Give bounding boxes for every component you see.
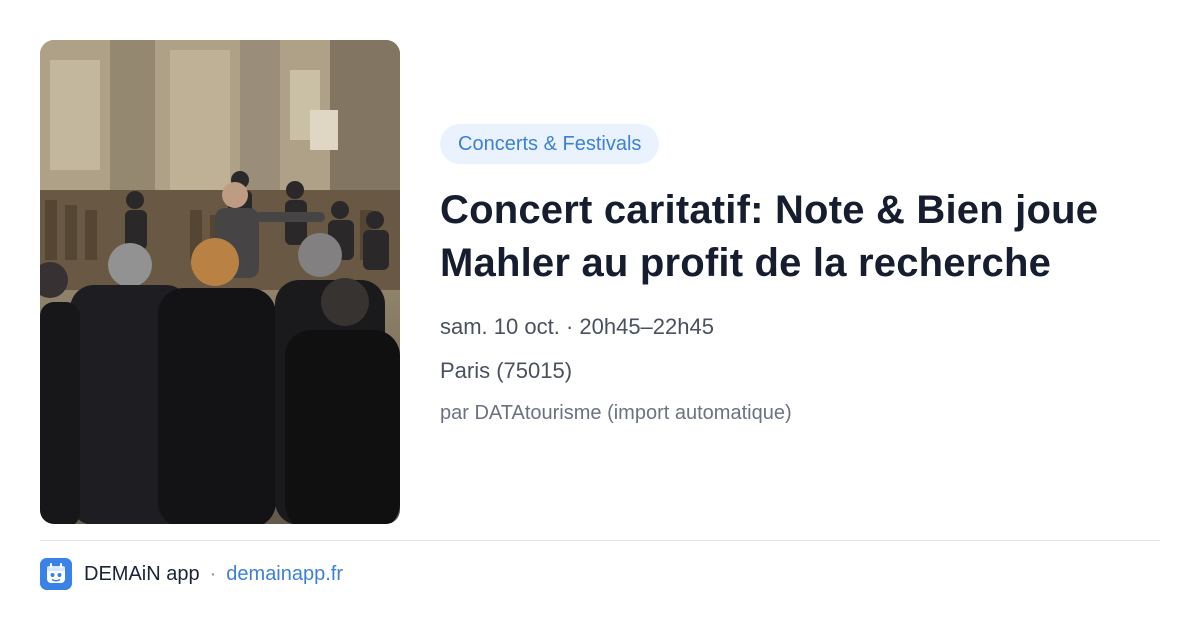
app-domain-link[interactable]: demainapp.fr bbox=[226, 563, 343, 586]
footer-divider bbox=[40, 540, 1160, 541]
event-datetime: sam. 10 oct. · 20h45–22h45 bbox=[440, 314, 714, 339]
event-photo bbox=[40, 40, 400, 524]
event-source: par DATAtourisme (import automatique) bbox=[440, 402, 792, 424]
footer-separator: · bbox=[209, 562, 217, 585]
app-name: DEMAiN app bbox=[84, 562, 200, 585]
category-badge[interactable]: Concerts & Festivals bbox=[440, 124, 660, 164]
demain-app-logo-icon bbox=[40, 558, 72, 590]
footer: DEMAiN app · demainapp.fr bbox=[40, 558, 343, 590]
event-share-card: Concerts & Festivals Concert caritatif: … bbox=[0, 0, 1200, 630]
event-location: Paris (75015) bbox=[440, 358, 573, 383]
choir-rehearsal-image bbox=[40, 40, 400, 524]
event-title: Concert caritatif: Note & Bien joue Mahl… bbox=[440, 188, 1099, 285]
